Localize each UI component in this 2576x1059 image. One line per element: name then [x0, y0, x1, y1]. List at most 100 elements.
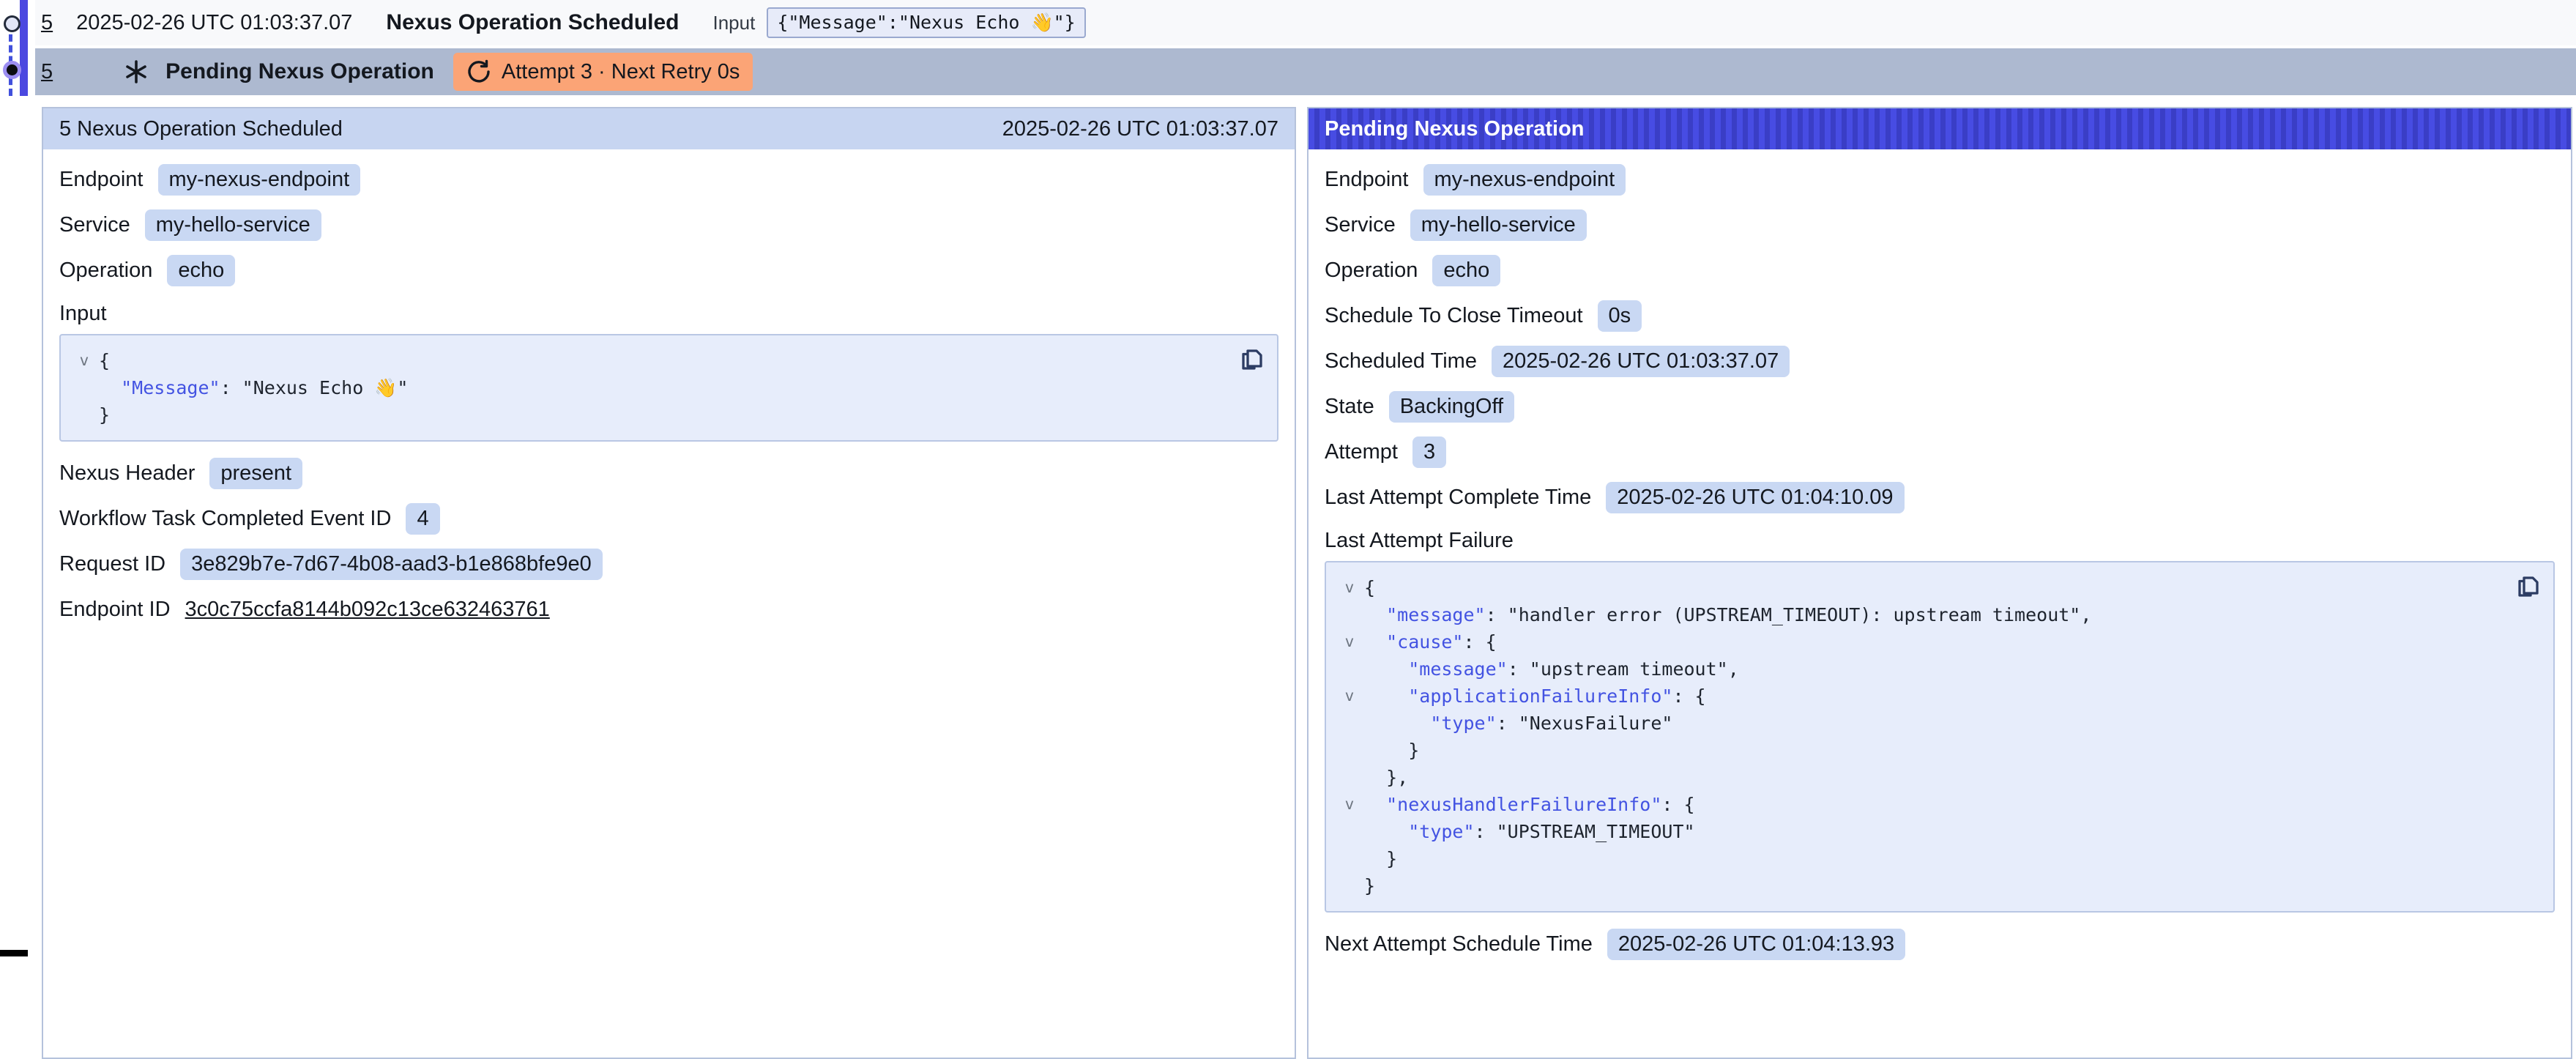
event-detail-panel: 5 Nexus Operation Scheduled 2025-02-26 U…: [42, 107, 1296, 1059]
detail-row-service: Service my-hello-service: [59, 208, 1278, 242]
timeline-dashed-connector: [9, 23, 12, 96]
json-code-line: }: [99, 401, 110, 428]
detail-label: Request ID: [59, 552, 165, 576]
json-collapse-caret-icon[interactable]: v: [1335, 683, 1364, 710]
json-collapse-caret-icon[interactable]: v: [1335, 628, 1364, 655]
detail-row-service: Service my-hello-service: [1325, 208, 2555, 242]
json-code-line: "applicationFailureInfo": {: [1364, 683, 1706, 710]
detail-label: Workflow Task Completed Event ID: [59, 507, 391, 531]
pending-asterisk-icon: [123, 59, 149, 85]
detail-value-badge: 2025-02-26 UTC 01:04:10.09: [1606, 482, 1904, 513]
event-input-label: Input: [713, 12, 756, 34]
json-collapse-caret-icon: [70, 401, 99, 428]
detail-row-endpoint: Endpoint my-nexus-endpoint: [1325, 163, 2555, 196]
event-id-link[interactable]: 5: [41, 11, 53, 35]
event-row-nexus-operation-scheduled[interactable]: 5 2025-02-26 UTC 01:03:37.07 Nexus Opera…: [35, 0, 2576, 45]
json-collapse-caret-icon: [1335, 764, 1364, 791]
detail-label: Operation: [59, 259, 152, 283]
json-code-line: "type": "NexusFailure": [1364, 710, 1672, 737]
detail-row-operation: Operation echo: [59, 253, 1278, 287]
json-code-line: "Message": "Nexus Echo 👋": [99, 374, 408, 401]
detail-row-next-attempt-schedule-time: Next Attempt Schedule Time 2025-02-26 UT…: [1325, 927, 2555, 961]
detail-row-last-attempt-complete-time: Last Attempt Complete Time 2025-02-26 UT…: [1325, 480, 2555, 514]
json-code-line: }: [1364, 737, 1419, 764]
detail-label: Nexus Header: [59, 461, 195, 486]
detail-row-workflow-task-completed-event-id: Workflow Task Completed Event ID 4: [59, 502, 1278, 535]
json-code-line: "message": "handler error (UPSTREAM_TIME…: [1364, 601, 2091, 628]
detail-value-badge: BackingOff: [1389, 391, 1514, 423]
input-json-block: v{ "Message": "Nexus Echo 👋"}: [59, 334, 1278, 442]
event-detail-panel-header: 5 Nexus Operation Scheduled 2025-02-26 U…: [43, 108, 1295, 149]
json-collapse-caret-icon[interactable]: v: [1335, 574, 1364, 601]
json-collapse-caret-icon: [1335, 872, 1364, 899]
panel-title: 5 Nexus Operation Scheduled: [59, 117, 343, 141]
detail-value-badge: my-nexus-endpoint: [1423, 164, 1626, 196]
timeline-node-open-icon: [4, 15, 21, 32]
detail-row-endpoint-id: Endpoint ID 3c0c75ccfa8144b092c13ce63246…: [59, 592, 1278, 626]
json-collapse-caret-icon: [1335, 655, 1364, 683]
copy-icon[interactable]: [1239, 344, 1265, 375]
detail-value-badge: echo: [167, 255, 235, 286]
detail-value-badge: 3: [1412, 436, 1446, 468]
json-collapse-caret-icon: [1335, 737, 1364, 764]
detail-row-request-id: Request ID 3e829b7e-7d67-4b08-aad3-b1e86…: [59, 547, 1278, 581]
detail-row-endpoint: Endpoint my-nexus-endpoint: [59, 163, 1278, 196]
json-collapse-caret-icon: [70, 374, 99, 401]
timeline-node-current-icon: [3, 61, 21, 79]
detail-label: Endpoint: [1325, 168, 1409, 192]
detail-value-badge: 4: [406, 503, 439, 535]
endpoint-id-link[interactable]: 3c0c75ccfa8144b092c13ce632463761: [185, 598, 550, 622]
attempt-retry-text: Attempt 3 · Next Retry 0s: [502, 60, 740, 84]
json-collapse-caret-icon: [1335, 710, 1364, 737]
json-code-line: }: [1364, 845, 1397, 872]
pending-operation-panel: Pending Nexus Operation Endpoint my-nexu…: [1307, 107, 2572, 1059]
detail-label: Service: [59, 213, 130, 237]
json-code-line: "message": "upstream timeout",: [1364, 655, 1739, 683]
last-attempt-failure-label: Last Attempt Failure: [1325, 526, 2555, 555]
event-title: Nexus Operation Scheduled: [386, 10, 679, 35]
detail-value-badge: 2025-02-26 UTC 01:03:37.07: [1492, 346, 1790, 377]
detail-label: Last Attempt Complete Time: [1325, 486, 1591, 510]
detail-value-badge: 2025-02-26 UTC 01:04:13.93: [1607, 929, 1905, 960]
event-row-pending-nexus-operation[interactable]: 5 Pending Nexus Operation Attempt 3 · Ne…: [35, 48, 2576, 95]
detail-label: Attempt: [1325, 440, 1398, 464]
detail-row-state: State BackingOff: [1325, 390, 2555, 423]
json-code-line: "type": "UPSTREAM_TIMEOUT": [1364, 818, 1695, 845]
detail-value-badge: echo: [1432, 255, 1500, 286]
detail-value-badge: my-hello-service: [1410, 209, 1587, 241]
detail-label: State: [1325, 395, 1374, 419]
detail-row-scheduled-time: Scheduled Time 2025-02-26 UTC 01:03:37.0…: [1325, 344, 2555, 378]
json-collapse-caret-icon[interactable]: v: [1335, 791, 1364, 818]
detail-label: Schedule To Close Timeout: [1325, 304, 1583, 328]
panel-timestamp: 2025-02-26 UTC 01:03:37.07: [1002, 117, 1278, 141]
input-section-label: Input: [59, 299, 1278, 328]
json-collapse-caret-icon: [1335, 845, 1364, 872]
detail-label: Service: [1325, 213, 1396, 237]
event-timestamp: 2025-02-26 UTC 01:03:37.07: [76, 11, 352, 35]
pending-operation-panel-header: Pending Nexus Operation: [1309, 108, 2571, 149]
json-code-line: {: [99, 347, 110, 374]
pending-operation-title: Pending Nexus Operation: [165, 59, 434, 84]
retry-icon: [466, 59, 491, 84]
panel-title: Pending Nexus Operation: [1325, 117, 1585, 141]
window-corner-notch: [0, 950, 28, 956]
timeline-active-bar: [20, 0, 28, 96]
json-collapse-caret-icon: [1335, 601, 1364, 628]
event-id-link[interactable]: 5: [41, 60, 53, 84]
detail-value-badge: 3e829b7e-7d67-4b08-aad3-b1e868bfe9e0: [180, 549, 603, 580]
detail-row-schedule-to-close-timeout: Schedule To Close Timeout 0s: [1325, 299, 2555, 332]
detail-value-badge: my-nexus-endpoint: [158, 164, 361, 196]
json-code-line: "cause": {: [1364, 628, 1497, 655]
detail-value-badge: 0s: [1598, 300, 1642, 332]
event-input-chip: {"Message":"Nexus Echo 👋"}: [767, 7, 1085, 38]
detail-row-operation: Operation echo: [1325, 253, 2555, 287]
detail-label: Next Attempt Schedule Time: [1325, 932, 1593, 956]
detail-value-badge: my-hello-service: [145, 209, 321, 241]
json-collapse-caret-icon[interactable]: v: [70, 347, 99, 374]
json-code-line: },: [1364, 764, 1408, 791]
last-attempt-failure-json-block: v{ "message": "handler error (UPSTREAM_T…: [1325, 561, 2555, 913]
json-code-line: {: [1364, 574, 1375, 601]
detail-label: Operation: [1325, 259, 1418, 283]
copy-icon[interactable]: [2515, 571, 2542, 602]
json-collapse-caret-icon: [1335, 818, 1364, 845]
